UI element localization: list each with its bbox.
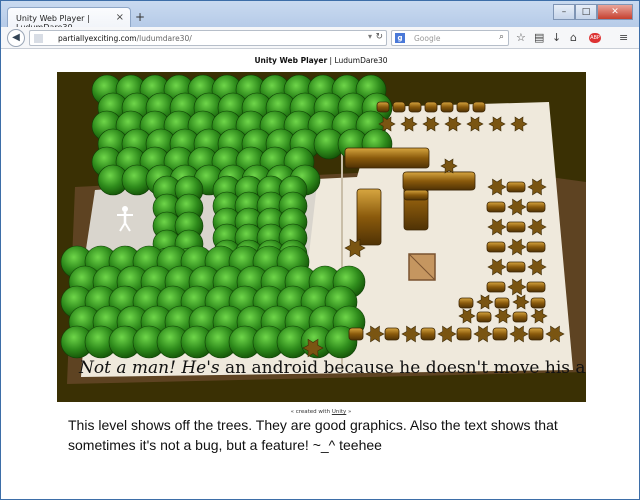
bookmarks-menu-icon[interactable]: ▤ bbox=[534, 31, 544, 44]
unity-game-canvas[interactable]: Not a man! He's an android because he do… bbox=[57, 72, 586, 402]
log bbox=[456, 101, 470, 113]
game-dialog-text: Not a man! He's an android because he do… bbox=[79, 358, 586, 378]
adblock-icon[interactable]: ABP bbox=[589, 33, 601, 43]
tab-unity-web-player[interactable]: Unity Web Player | LudumDare30 × bbox=[7, 7, 131, 32]
log bbox=[506, 261, 526, 273]
home-icon[interactable]: ⌂ bbox=[570, 31, 577, 44]
log bbox=[402, 171, 476, 191]
log bbox=[356, 188, 382, 246]
window-controls: – □ ✕ bbox=[553, 4, 633, 20]
back-arrow-icon[interactable]: ◀ bbox=[7, 29, 25, 47]
new-tab-button[interactable]: + bbox=[135, 10, 145, 24]
dialog-italic-2: He's bbox=[175, 358, 220, 378]
url-bar[interactable]: partiallyexciting.com/ludumdare30/ ▾ ↻ bbox=[29, 30, 387, 46]
maximize-button[interactable]: □ bbox=[575, 4, 597, 20]
tab-close-icon[interactable]: × bbox=[116, 12, 124, 23]
log bbox=[526, 201, 546, 213]
log bbox=[486, 241, 506, 253]
search-bar[interactable]: g Google ⌕ bbox=[391, 30, 509, 46]
browser-window: Unity Web Player | LudumDare30 × + – □ ✕… bbox=[0, 0, 640, 500]
downloads-icon[interactable]: ↓ bbox=[552, 31, 561, 44]
page-heading: Unity Web Player | LudumDare30 bbox=[1, 56, 640, 65]
url-dropdown-icon[interactable]: ▾ bbox=[368, 32, 372, 41]
log bbox=[526, 241, 546, 253]
log bbox=[403, 189, 429, 201]
level-description: This level shows off the trees. They are… bbox=[68, 415, 588, 455]
navigation-toolbar: ◀ partiallyexciting.com/ludumdare30/ ▾ ↻… bbox=[1, 27, 639, 49]
description-line-1: This level shows off the trees. They are… bbox=[68, 417, 558, 433]
log bbox=[456, 327, 472, 341]
log bbox=[528, 327, 544, 341]
bookmark-star-icon[interactable]: ☆ bbox=[516, 31, 526, 44]
close-window-button[interactable]: ✕ bbox=[597, 4, 633, 20]
log bbox=[424, 101, 438, 113]
log bbox=[420, 327, 436, 341]
dialog-italic: Not a man! bbox=[79, 358, 176, 378]
log bbox=[440, 101, 454, 113]
log bbox=[392, 101, 406, 113]
description-line-2: sometimes it's not a bug, but a feature!… bbox=[68, 437, 382, 453]
log bbox=[492, 327, 508, 341]
log bbox=[494, 297, 510, 309]
log bbox=[476, 311, 492, 323]
log bbox=[506, 221, 526, 233]
log bbox=[376, 101, 390, 113]
minimize-button[interactable]: – bbox=[553, 4, 575, 20]
url-host: partiallyexciting.com bbox=[58, 34, 137, 43]
dialog-rest: an android because he doesn't move his a… bbox=[219, 358, 586, 378]
log bbox=[348, 327, 364, 341]
google-search-engine-icon[interactable]: g bbox=[395, 33, 405, 43]
log bbox=[344, 147, 430, 169]
reload-icon[interactable]: ↻ bbox=[375, 32, 383, 42]
log bbox=[486, 281, 506, 293]
log bbox=[458, 297, 474, 309]
url-path: /ludumdare30/ bbox=[136, 34, 192, 43]
search-placeholder: Google bbox=[414, 34, 441, 43]
title-bar: Unity Web Player | LudumDare30 × + – □ ✕ bbox=[1, 1, 639, 32]
log bbox=[486, 201, 506, 213]
heading-rest: | LudumDare30 bbox=[327, 56, 388, 65]
heading-bold: Unity Web Player bbox=[254, 56, 328, 65]
log bbox=[526, 281, 546, 293]
log bbox=[530, 297, 546, 309]
log bbox=[472, 101, 486, 113]
log bbox=[506, 181, 526, 193]
log bbox=[384, 327, 400, 341]
log bbox=[408, 101, 422, 113]
url-text[interactable]: partiallyexciting.com/ludumdare30/ bbox=[58, 34, 192, 43]
search-icon[interactable]: ⌕ bbox=[499, 32, 504, 42]
game-scene bbox=[60, 74, 586, 384]
log bbox=[512, 311, 528, 323]
menu-icon[interactable]: ≡ bbox=[619, 31, 628, 44]
site-identity-icon[interactable] bbox=[34, 34, 43, 43]
